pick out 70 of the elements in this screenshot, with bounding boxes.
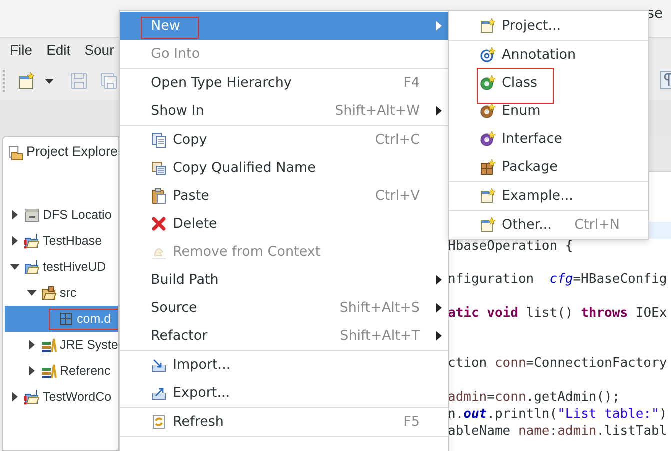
menu-item[interactable]: Paste Ctrl+V [120, 182, 448, 210]
wizard-icon [480, 188, 496, 204]
wizard-icon [480, 18, 496, 34]
tree-item[interactable]: JRE Syste [5, 332, 118, 358]
menu-item[interactable]: Example... [449, 182, 648, 210]
code-line: nfiguration cfg=HBaseConfig [448, 272, 668, 290]
menu-item[interactable]: Source Shift+Alt+S [120, 294, 448, 322]
collapse-arrow-icon[interactable] [27, 288, 37, 298]
expand-arrow-icon[interactable] [10, 392, 20, 402]
collapse-arrow-icon[interactable] [10, 262, 20, 272]
expand-arrow-icon[interactable] [10, 236, 20, 246]
menu-item[interactable]: Edit [46, 38, 71, 62]
at-sign-icon [480, 47, 496, 63]
code-line: atic void list() throws IOEx [448, 306, 668, 323]
menu-item[interactable]: Class [449, 69, 648, 97]
copy-icon [151, 160, 167, 176]
menu-item[interactable]: Enum [449, 97, 648, 125]
menu-item[interactable]: Refresh F5 [120, 408, 448, 436]
new-wizard-icon[interactable] [17, 72, 35, 90]
import-icon [151, 357, 167, 373]
code-line: n.out.println("List table:") [448, 406, 668, 424]
code-line: ction conn=ConnectionFactory [448, 356, 668, 374]
refresh-icon [151, 414, 167, 430]
tree-item[interactable]: TestHbase [5, 228, 118, 254]
tree-item[interactable]: testHiveUD [5, 254, 118, 280]
menu-item[interactable]: Open Type Hierarchy F4 [120, 69, 448, 97]
expand-arrow-icon[interactable] [27, 340, 37, 350]
menu-item[interactable]: Copy Qualified Name [120, 154, 448, 182]
shortcut-label: Ctrl+N [574, 216, 620, 235]
expand-arrow-icon[interactable] [10, 210, 20, 220]
menu-item[interactable]: Copy Ctrl+C [120, 126, 448, 154]
shortcut-label: F5 [404, 412, 420, 432]
menu-item[interactable]: Project... [449, 12, 648, 40]
menu-item[interactable]: Interface [449, 125, 648, 153]
menu-item[interactable]: File [10, 38, 33, 62]
clipboard-icon [151, 188, 167, 204]
shortcut-label: Shift+Alt+S [340, 298, 420, 318]
menu-item[interactable]: Package [449, 153, 648, 181]
menu-item[interactable]: Other... Ctrl+N [449, 211, 648, 239]
shortcut-label: Shift+Alt+T [340, 326, 420, 346]
code-line: ableName name:admin.listTabl [448, 424, 668, 440]
menu-item[interactable]: Export... [120, 379, 448, 407]
tree-item[interactable]: TestWordCo [5, 384, 118, 410]
menu-item[interactable]: Build Path [120, 266, 448, 294]
explorer-icon [8, 144, 24, 160]
enum-icon [480, 103, 496, 119]
wizard-icon [480, 217, 496, 233]
tree-item[interactable]: DFS Locatio [5, 202, 118, 228]
copy-icon [151, 132, 167, 148]
code-line: admin=conn.getAdmin(); [448, 390, 622, 407]
shortcut-label: Shift+Alt+W [335, 102, 420, 121]
shortcut-label: Ctrl+V [375, 186, 420, 206]
tree-item[interactable]: src [5, 280, 118, 306]
class-icon [480, 75, 496, 91]
expand-arrow-icon[interactable] [27, 366, 37, 376]
package-icon [480, 159, 496, 175]
interface-icon [480, 131, 496, 147]
menu-item[interactable]: Show In Shift+Alt+W [120, 97, 448, 125]
menu-item[interactable]: Sour [84, 38, 114, 62]
delete-icon [151, 216, 167, 232]
shortcut-label: Ctrl+C [375, 130, 420, 150]
menu-item[interactable]: Import... [120, 351, 448, 379]
menu-item[interactable]: Delete [120, 210, 448, 238]
caret-icon[interactable] [45, 78, 54, 84]
shortcut-label: F4 [404, 74, 420, 93]
menu-item[interactable]: Annotation [449, 41, 648, 69]
code-line: HbaseOperation { [448, 238, 574, 256]
menu-item[interactable]: Refactor Shift+Alt+T [120, 322, 448, 350]
panel-title[interactable]: Project Explore [26, 142, 118, 163]
tree-item[interactable]: Referenc [5, 358, 118, 384]
